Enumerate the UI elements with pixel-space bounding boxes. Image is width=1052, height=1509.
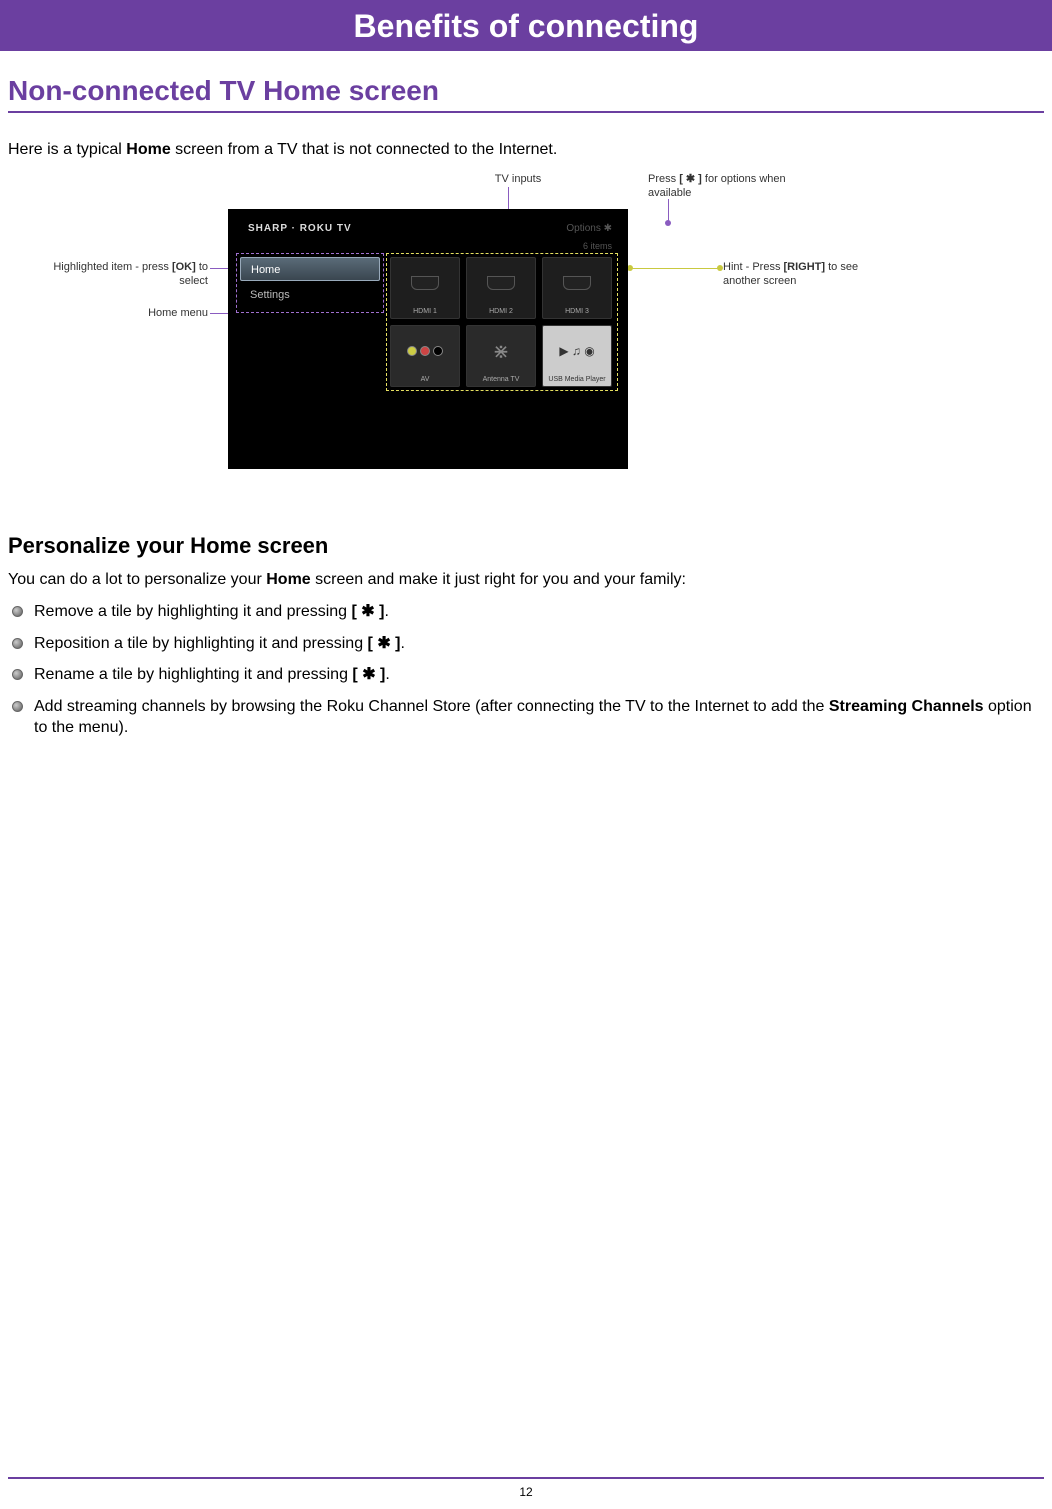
callout-key: [RIGHT] xyxy=(784,261,826,273)
section-heading: Non-connected TV Home screen xyxy=(8,75,1044,107)
text-bold: Streaming Channels xyxy=(829,698,984,715)
tv-menu: Home Settings xyxy=(240,257,380,309)
tile-label: Antenna TV xyxy=(483,376,520,383)
page-number: 12 xyxy=(0,1485,1052,1499)
tile-label: HDMI 1 xyxy=(413,308,437,315)
bullet-add-channels: Add streaming channels by browsing the R… xyxy=(10,696,1044,739)
tile-av: AV xyxy=(390,325,460,387)
key: [ ✱ ] xyxy=(352,603,385,620)
tile-label: USB Media Player xyxy=(548,376,605,383)
tv-screenshot: SHARP · ROKU TV Options ✱ 6 items Home S… xyxy=(228,209,628,469)
callout-home-menu: Home menu xyxy=(108,307,208,321)
text: . xyxy=(384,603,388,620)
text: Add streaming channels by browsing the R… xyxy=(34,698,829,715)
text-bold: Home xyxy=(266,571,310,588)
tile-hdmi2: HDMI 2 xyxy=(466,257,536,319)
text: Reposition a tile by highlighting it and… xyxy=(34,635,368,652)
tile-usb: ▶ ♫ ◉USB Media Player xyxy=(542,325,612,387)
callout-tv-inputs: TV inputs xyxy=(458,173,578,187)
callout-options: Press [ ✱ ] for options when available xyxy=(648,173,788,201)
tv-item-count: 6 items xyxy=(583,241,612,251)
footer-rule xyxy=(8,1477,1044,1479)
bullet-reposition: Reposition a tile by highlighting it and… xyxy=(10,633,1044,655)
section-rule xyxy=(8,111,1044,113)
intro-bold: Home xyxy=(126,141,170,158)
text: screen and make it just right for you an… xyxy=(311,571,686,588)
callout-key: [ ✱ ] xyxy=(679,173,702,185)
text: Remove a tile by highlighting it and pre… xyxy=(34,603,352,620)
tv-menu-home: Home xyxy=(240,257,380,281)
figure: TV inputs Press [ ✱ ] for options when a… xyxy=(8,173,1044,503)
tv-options-label: Options ✱ xyxy=(566,223,612,234)
callout-text: Highlighted item - press xyxy=(53,261,172,273)
leader-hint xyxy=(630,268,720,269)
key: [ ✱ ] xyxy=(368,635,401,652)
key: [ ✱ ] xyxy=(352,666,385,683)
bullet-remove: Remove a tile by highlighting it and pre… xyxy=(10,601,1044,623)
text: . xyxy=(385,666,389,683)
tile-label: HDMI 2 xyxy=(489,308,513,315)
bullet-list: Remove a tile by highlighting it and pre… xyxy=(8,601,1044,739)
callout-text: Hint - Press xyxy=(723,261,784,273)
tile-label: AV xyxy=(421,376,430,383)
tile-label: HDMI 3 xyxy=(565,308,589,315)
callout-hint: Hint - Press [RIGHT] to see another scre… xyxy=(723,261,873,289)
tile-hdmi1: HDMI 1 xyxy=(390,257,460,319)
leader-dot xyxy=(717,265,723,271)
tile-antenna: ⋇Antenna TV xyxy=(466,325,536,387)
intro-text: Here is a typical xyxy=(8,141,126,158)
intro-paragraph: Here is a typical Home screen from a TV … xyxy=(8,141,1044,159)
text: . xyxy=(401,635,405,652)
text: Rename a tile by highlighting it and pre… xyxy=(34,666,352,683)
callout-text: Press xyxy=(648,173,679,185)
tile-hdmi3: HDMI 3 xyxy=(542,257,612,319)
subsection-heading: Personalize your Home screen xyxy=(8,533,1044,559)
tv-tile-grid: HDMI 1 HDMI 2 HDMI 3 AV ⋇Antenna TV ▶ ♫ … xyxy=(390,257,614,387)
banner-rule xyxy=(0,49,1052,51)
page-banner: Benefits of connecting xyxy=(0,0,1052,49)
callout-highlighted: Highlighted item - press [OK] to select xyxy=(38,261,208,289)
callout-key: [OK] xyxy=(172,261,196,273)
intro-text-post: screen from a TV that is not connected t… xyxy=(171,141,558,158)
bullet-rename: Rename a tile by highlighting it and pre… xyxy=(10,664,1044,686)
tv-logo: SHARP · ROKU TV xyxy=(248,223,352,234)
tv-menu-settings: Settings xyxy=(240,283,380,307)
leader-dot xyxy=(665,220,671,226)
subsection-intro: You can do a lot to personalize your Hom… xyxy=(8,571,1044,589)
text: You can do a lot to personalize your xyxy=(8,571,266,588)
